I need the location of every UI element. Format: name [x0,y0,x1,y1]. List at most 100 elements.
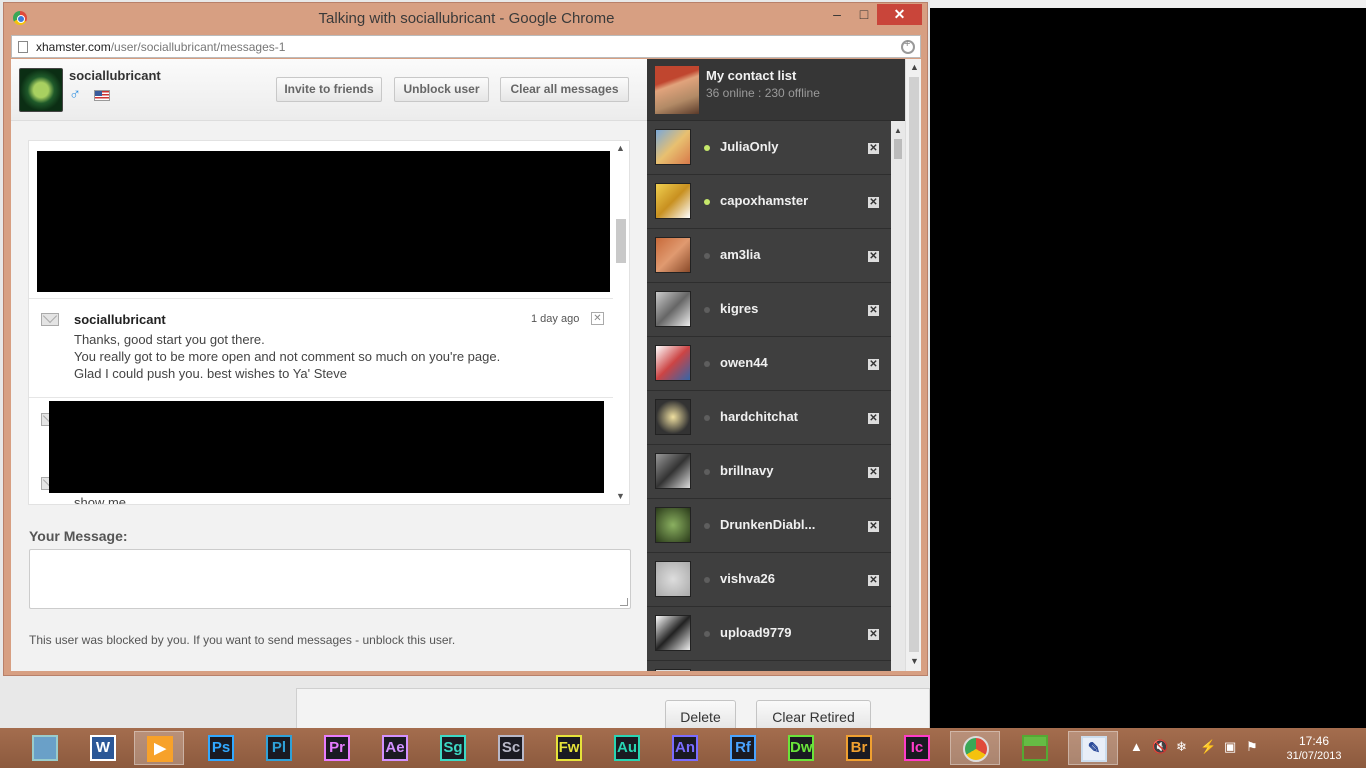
contact-name[interactable]: brillnavy [720,463,773,478]
user-avatar[interactable] [19,68,63,112]
taskbar-app-2[interactable]: Pr [312,731,362,765]
zoom-icon[interactable] [901,38,915,54]
contact-avatar[interactable] [655,399,691,435]
taskbar-word[interactable]: W [78,731,128,765]
contact-row[interactable]: upload9779 ✕ [647,607,891,661]
taskbar-chrome[interactable] [950,731,1000,765]
contact-name[interactable]: vishva26 [720,571,775,586]
remove-contact-icon[interactable]: ✕ [868,251,879,262]
contact-name[interactable]: DrunkenDiabl... [720,517,815,532]
remove-contact-icon[interactable]: ✕ [868,629,879,640]
power-icon[interactable]: ⚡ [1200,739,1216,755]
remove-contact-icon[interactable]: ✕ [868,521,879,532]
contact-list-scrollbar[interactable]: ▲ [891,121,905,671]
contact-row[interactable]: JuliaOnly ✕ [647,121,891,175]
minimize-button[interactable]: – [824,4,850,25]
resize-grip-icon[interactable] [620,598,628,606]
contact-row[interactable]: brillnavy ✕ [647,445,891,499]
taskbar-app-11[interactable]: Br [834,731,884,765]
contact-row[interactable]: am3lia ✕ [647,229,891,283]
remove-contact-icon[interactable]: ✕ [868,359,879,370]
clear-all-messages-button[interactable]: Clear all messages [500,77,629,102]
clock-time[interactable]: 17:46 [1282,734,1346,748]
taskbar-app-4[interactable]: Sg [428,731,478,765]
address-bar[interactable]: xhamster.com/user/sociallubricant/messag… [11,35,921,58]
remove-contact-icon[interactable]: ✕ [868,143,879,154]
show-hidden-icons-icon[interactable]: ▲ [1130,739,1143,754]
message-sender[interactable]: sociallubricant [74,312,166,327]
contact-name[interactable]: upload9779 [720,625,792,640]
taskbar-media-player[interactable]: ▶ [134,731,184,765]
window-title: Talking with sociallubricant - Google Ch… [318,10,615,27]
contact-avatar[interactable] [655,345,691,381]
contact-name[interactable]: hardchitchat [720,409,798,424]
contact-row[interactable]: hardchitchat ✕ [647,391,891,445]
contact-row[interactable]: owen44 ✕ [647,337,891,391]
contact-avatar[interactable] [655,561,691,597]
adobe-app-icon: Au [614,735,640,761]
taskbar-app-8[interactable]: An [660,731,710,765]
contact-avatar[interactable] [655,453,691,489]
remove-contact-icon[interactable]: ✕ [868,575,879,586]
close-window-button[interactable]: ✕ [877,4,922,25]
taskbar-app-10[interactable]: Dw [776,731,826,765]
remove-contact-icon[interactable]: ✕ [868,197,879,208]
remove-contact-icon[interactable]: ✕ [868,413,879,424]
contact-row[interactable]: vishva26 ✕ [647,553,891,607]
action-center-icon[interactable]: ⚑ [1246,739,1258,755]
invite-to-friends-button[interactable]: Invite to friends [276,77,382,102]
taskbar-network-app[interactable] [20,731,70,765]
contact-avatar[interactable] [655,507,691,543]
contact-row[interactable]: DrunkenDiabl... ✕ [647,499,891,553]
clock-date[interactable]: 31/07/2013 [1282,750,1346,762]
contact-avatar[interactable] [655,291,691,327]
taskbar-app-5[interactable]: Sc [486,731,536,765]
contact-name[interactable]: JuliaOnly [720,139,779,154]
contact-avatar[interactable] [655,237,691,273]
contact-avatar[interactable] [655,669,691,671]
scroll-up-icon[interactable]: ▲ [616,143,625,153]
contact-row[interactable]: kigres ✕ [647,283,891,337]
remove-contact-icon[interactable]: ✕ [868,467,879,478]
contact-row[interactable]: capoxhamster ✕ [647,175,891,229]
contact-row[interactable] [647,661,891,671]
conversation-username[interactable]: sociallubricant [69,68,161,83]
scrollbar-thumb[interactable] [909,77,919,652]
contact-avatar[interactable] [655,129,691,165]
taskbar-pen-app[interactable]: ✎ [1068,731,1118,765]
taskbar-app-7[interactable]: Au [602,731,652,765]
delete-message-icon[interactable]: ✕ [591,312,604,325]
taskbar-app-12[interactable]: Ic [892,731,942,765]
taskbar-app-1[interactable]: Pl [254,731,304,765]
chrome-icon [963,736,989,762]
contact-name[interactable]: owen44 [720,355,768,370]
taskbar-app-0[interactable]: Ps [196,731,246,765]
contact-avatar[interactable] [655,183,691,219]
scroll-up-icon[interactable]: ▲ [910,62,919,72]
messages-scrollbar[interactable]: ▲ ▼ [613,141,629,504]
network-tray-icon[interactable]: ▣ [1224,739,1236,755]
taskbar-app-9[interactable]: Rf [718,731,768,765]
my-avatar[interactable] [655,66,699,114]
scroll-down-icon[interactable]: ▼ [910,656,919,666]
taskbar-app-6[interactable]: Fw [544,731,594,765]
scrollbar-thumb[interactable] [616,219,626,263]
contact-name[interactable]: am3lia [720,247,760,262]
unblock-user-button[interactable]: Unblock user [394,77,489,102]
page-scrollbar[interactable]: ▲ ▼ [905,59,921,671]
scrollbar-thumb[interactable] [894,139,902,159]
volume-muted-icon[interactable]: 🔇 [1152,739,1168,755]
remove-contact-icon[interactable]: ✕ [868,305,879,316]
contact-name[interactable]: kigres [720,301,758,316]
contact-avatar[interactable] [655,615,691,651]
scroll-up-icon[interactable]: ▲ [894,126,902,135]
contact-name[interactable]: capoxhamster [720,193,808,208]
scroll-down-icon[interactable]: ▼ [616,491,625,501]
message-input[interactable] [29,549,631,609]
url-text[interactable]: xhamster.com/user/sociallubricant/messag… [36,40,285,54]
taskbar-minecraft[interactable] [1010,731,1060,765]
maximize-button[interactable]: □ [851,4,877,25]
title-bar[interactable]: Talking with sociallubricant - Google Ch… [4,3,927,33]
snowflake-icon[interactable]: ❄ [1176,739,1187,755]
taskbar-app-3[interactable]: Ae [370,731,420,765]
